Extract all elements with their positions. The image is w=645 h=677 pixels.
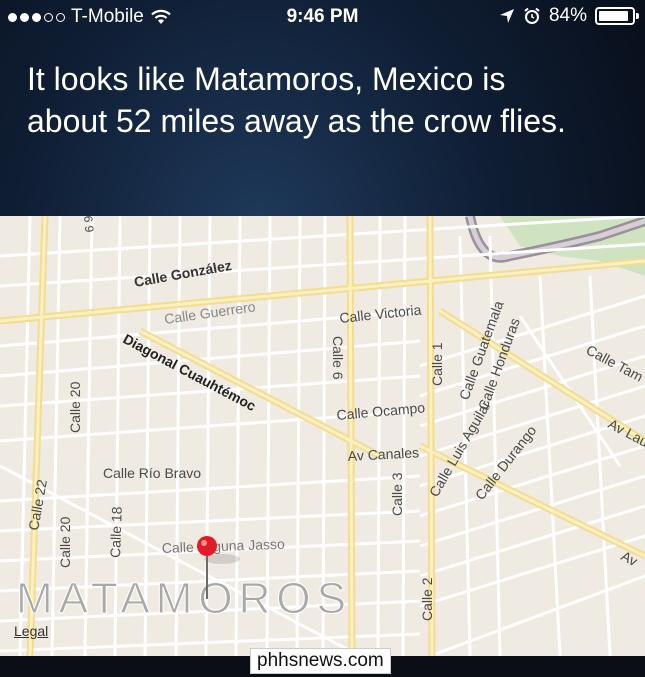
street-label-calle20b: Calle 20	[57, 516, 73, 568]
street-label-tam: Calle Tam	[584, 342, 645, 385]
street-label-calle18: Calle 18	[107, 506, 125, 558]
siri-screen: T-Mobile 9:46 PM 84% It looks like Matam…	[0, 0, 645, 677]
map-view[interactable]: Calle González Calle Guerrero Calle Vict…	[0, 216, 645, 656]
street-label-calle2: Calle 2	[419, 577, 435, 621]
location-arrow-icon	[499, 9, 514, 23]
watermark-label: phhsnews.com	[250, 648, 391, 674]
alarm-clock-icon	[524, 7, 540, 24]
status-right: 84%	[499, 5, 639, 27]
street-label-calle1: Calle 1	[429, 342, 445, 386]
street-label-gonzalez: Calle González	[133, 257, 233, 290]
street-label-rio-bravo: Calle Río Bravo	[103, 465, 201, 481]
battery-percent: 84%	[548, 5, 587, 26]
street-label-number: 6 9	[81, 216, 96, 233]
street-label-calle6: Calle 6	[330, 336, 346, 380]
street-label-calle22: Calle 22	[25, 478, 50, 532]
street-label-calle20a: Calle 20	[67, 381, 83, 433]
city-label: MATAMOROS	[16, 574, 352, 623]
street-label-calle3: Calle 3	[389, 472, 405, 516]
street-label-canales: Av Canales	[347, 444, 419, 464]
battery-icon	[595, 7, 639, 25]
status-bar: T-Mobile 9:46 PM 84%	[0, 0, 645, 34]
siri-response-text: It looks like Matamoros, Mexico is about…	[27, 61, 566, 139]
legal-link[interactable]: Legal	[14, 623, 48, 639]
